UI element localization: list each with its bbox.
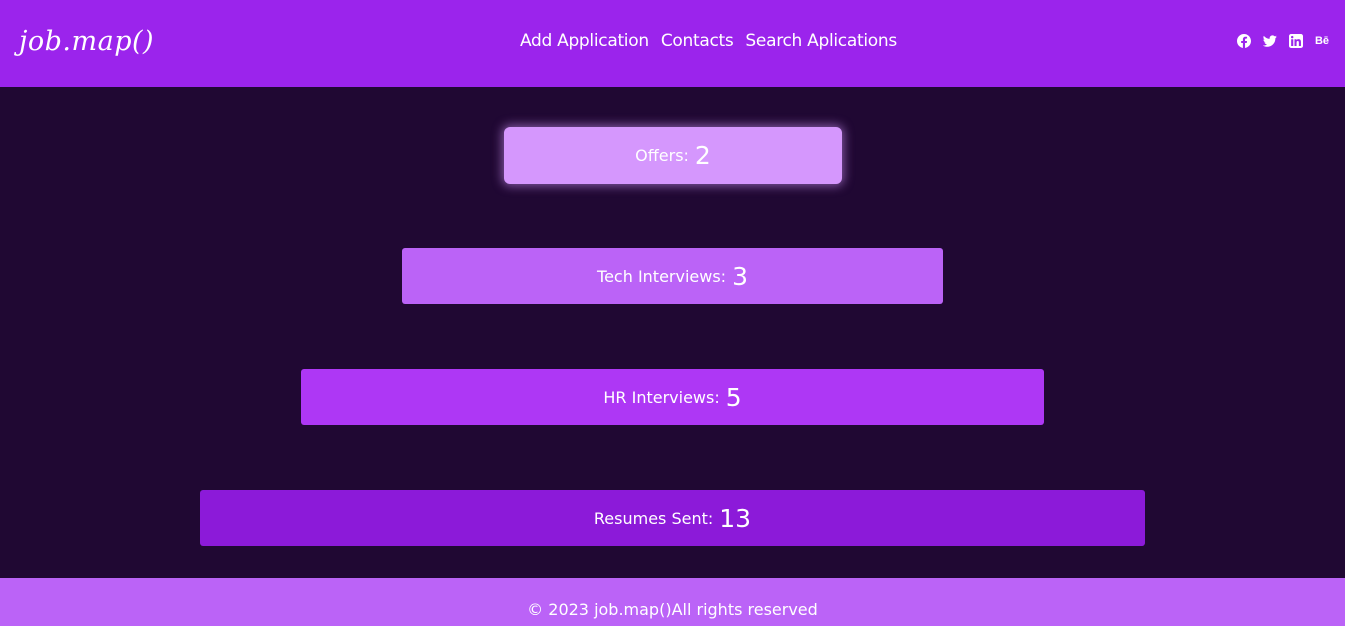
footer-copyright: © 2023 job.map()All rights reserved (527, 600, 818, 619)
offers-bar[interactable]: Offers: 2 (504, 127, 842, 184)
main-nav: Add Application Contacts Search Aplicati… (520, 31, 897, 51)
resumes-sent-count: 13 (719, 503, 752, 533)
hr-interviews-label: HR Interviews: (603, 387, 720, 407)
offers-count: 2 (694, 141, 711, 170)
nav-add-application[interactable]: Add Application (520, 31, 649, 51)
header: job.map() Add Application Contacts Searc… (0, 0, 1345, 87)
offers-label: Offers: (635, 146, 689, 165)
hr-interviews-count: 5 (725, 382, 742, 412)
tech-interviews-bar[interactable]: Tech Interviews: 3 (402, 248, 943, 304)
hr-interviews-bar[interactable]: HR Interviews: 5 (301, 369, 1044, 425)
social-links: Bē (1236, 33, 1330, 49)
logo[interactable]: job.map() (19, 28, 154, 55)
linkedin-icon[interactable] (1288, 33, 1304, 49)
facebook-icon[interactable] (1236, 33, 1252, 49)
resumes-sent-bar[interactable]: Resumes Sent: 13 (200, 490, 1145, 546)
footer: © 2023 job.map()All rights reserved (0, 578, 1345, 626)
nav-contacts[interactable]: Contacts (661, 31, 734, 51)
tech-interviews-count: 3 (732, 261, 748, 291)
resumes-sent-label: Resumes Sent: (593, 508, 714, 528)
nav-search-applications[interactable]: Search Aplications (745, 31, 897, 51)
twitter-icon[interactable] (1262, 33, 1278, 49)
tech-interviews-label: Tech Interviews: (597, 266, 727, 286)
behance-icon[interactable]: Bē (1314, 33, 1330, 49)
